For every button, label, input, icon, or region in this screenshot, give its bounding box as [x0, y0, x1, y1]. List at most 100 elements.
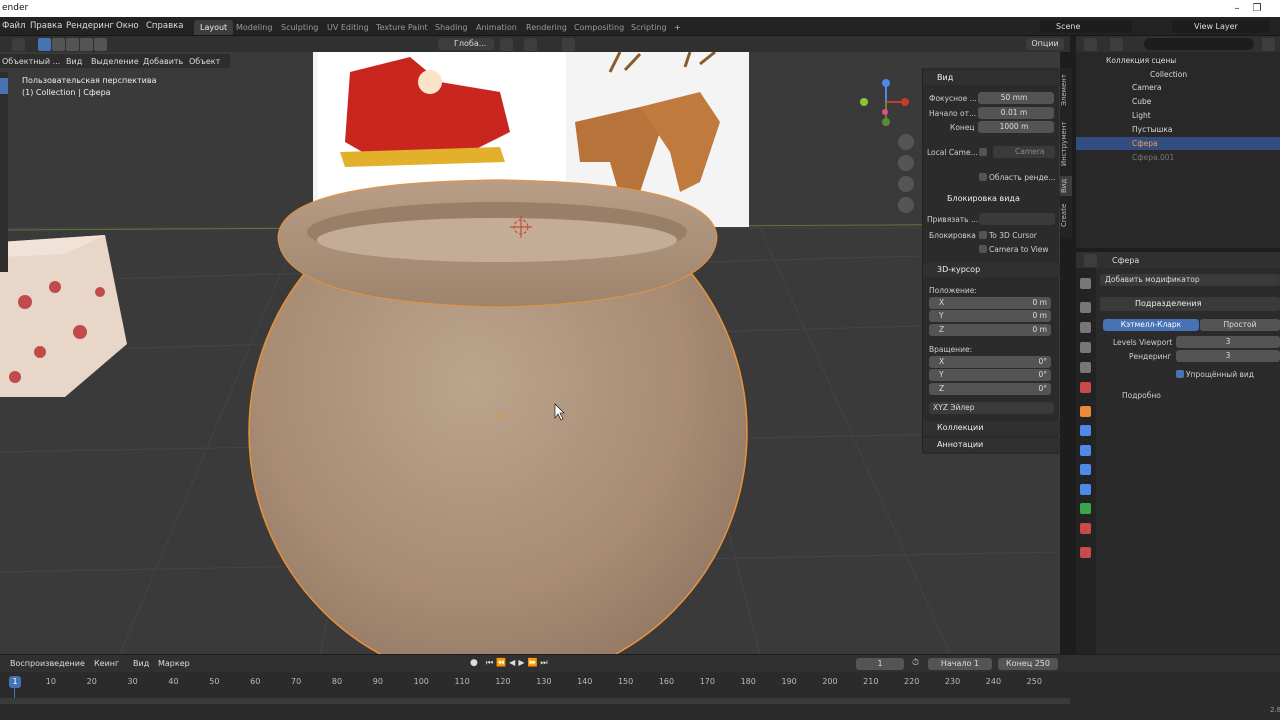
outliner-search-input[interactable] [1144, 38, 1254, 50]
scene-tab-icon[interactable] [1080, 362, 1091, 373]
toolbar[interactable] [0, 72, 8, 272]
optimal-display-checkbox[interactable] [1176, 370, 1184, 378]
physics-tab-icon[interactable] [1080, 464, 1091, 475]
focal-length-field[interactable]: 50 mm [978, 92, 1054, 104]
tab-shading[interactable]: Shading [429, 20, 474, 35]
outliner-item-collection[interactable]: Collection [1076, 68, 1280, 81]
outliner-item-camera[interactable]: Camera [1076, 81, 1280, 94]
mode-dropdown[interactable]: Объектный ... [2, 57, 60, 66]
menu-add[interactable]: Добавить [143, 57, 183, 66]
tab-sculpting[interactable]: Sculpting [275, 20, 324, 35]
outliner-item-light[interactable]: Light [1076, 109, 1280, 122]
pot-object[interactable] [248, 179, 748, 654]
select-intersect-icon[interactable] [94, 38, 107, 51]
timeline-scrollbar[interactable] [0, 698, 1070, 704]
select-subtract-icon[interactable] [66, 38, 79, 51]
timeline-view-menu[interactable]: Вид [133, 659, 149, 668]
collections-section-header[interactable]: Коллекции [923, 421, 1060, 435]
camera-to-view-checkbox[interactable] [979, 245, 987, 253]
tab-view[interactable]: Вид [1060, 176, 1072, 196]
menu-edit[interactable]: Правка [30, 21, 62, 31]
menu-render[interactable]: Рендеринг [66, 21, 114, 31]
record-icon[interactable]: ● [470, 658, 478, 668]
menu-select[interactable]: Выделение [91, 57, 139, 66]
end-frame-field[interactable]: Конец 250 [998, 658, 1058, 670]
marker-menu[interactable]: Маркер [158, 659, 190, 668]
transform-orientation-dropdown[interactable]: Глоба... [438, 38, 494, 50]
options-dropdown[interactable]: Опции [1026, 38, 1064, 50]
tool-tab-icon[interactable] [1080, 278, 1091, 289]
view-section-header[interactable]: Вид [923, 71, 1060, 85]
cursor-rot-x-field[interactable]: X 0° [929, 356, 1051, 368]
clip-start-field[interactable]: 0.01 m [978, 107, 1054, 119]
tab-uv-editing[interactable]: UV Editing [321, 20, 375, 35]
tab-layout[interactable]: Layout [194, 20, 234, 35]
tab-create[interactable]: Create [1060, 200, 1072, 230]
playback-controls-icon[interactable]: ⏮⏪◀▶⏩⏭ [486, 658, 551, 668]
tab-modeling[interactable]: Modeling [230, 20, 278, 35]
material-tab-icon[interactable] [1080, 523, 1091, 534]
display-mode-icon[interactable] [1110, 38, 1123, 51]
render-levels-field[interactable]: 3 [1176, 350, 1280, 362]
cursor-tool-icon[interactable] [12, 38, 25, 51]
scene-selector[interactable]: Scene [1040, 20, 1132, 33]
simple-button[interactable]: Простой [1200, 319, 1280, 331]
proportional-edit-icon[interactable] [562, 38, 575, 51]
view-layer-selector[interactable]: View Layer [1172, 20, 1270, 33]
cursor-loc-z-field[interactable]: Z 0 m [929, 324, 1051, 336]
rotation-mode-dropdown[interactable]: XYZ Эйлер [929, 402, 1054, 414]
lock-to-object-field[interactable] [979, 213, 1055, 225]
playback-menu[interactable]: Воспроизведение [10, 659, 85, 668]
object-tab-icon[interactable] [1080, 406, 1091, 417]
local-camera-field[interactable]: Camera [993, 146, 1055, 158]
data-tab-icon[interactable] [1080, 503, 1091, 514]
editor-type-icon[interactable] [1084, 38, 1097, 51]
3d-cursor-section-header[interactable]: 3D-курсор [923, 263, 1060, 277]
view-lock-header[interactable]: Блокировка вида [923, 192, 1060, 206]
outliner-item-sphere[interactable]: Сфера [1076, 137, 1280, 150]
modifier-tab-icon[interactable] [1080, 425, 1091, 436]
levels-viewport-field[interactable]: 3 [1176, 336, 1280, 348]
pivot-icon[interactable] [500, 38, 513, 51]
cursor-rot-z-field[interactable]: Z 0° [929, 383, 1051, 395]
select-tool-icon[interactable] [0, 78, 8, 94]
clock-icon[interactable]: ⏱ [912, 658, 919, 668]
world-tab-icon[interactable] [1080, 382, 1091, 393]
cursor-loc-x-field[interactable]: X 0 m [929, 297, 1051, 309]
advanced-subpanel[interactable]: Подробно [1122, 391, 1161, 400]
viewport-nav-buttons[interactable] [898, 134, 914, 213]
select-invert-icon[interactable] [80, 38, 93, 51]
outliner-item-empty[interactable]: Пустышка [1076, 123, 1280, 136]
outliner-scene-collection[interactable]: Коллекция сцены [1076, 54, 1280, 67]
maximize-icon[interactable]: ❐ [1244, 0, 1270, 17]
texture-tab-icon[interactable] [1080, 547, 1091, 558]
particles-tab-icon[interactable] [1080, 445, 1091, 456]
3d-viewport[interactable]: Объектный ... Вид Выделение Добавить Объ… [0, 52, 1060, 654]
constraints-tab-icon[interactable] [1080, 484, 1091, 495]
filter-icon[interactable] [1262, 38, 1275, 51]
current-frame-field[interactable]: 1 [856, 658, 904, 670]
tab-compositing[interactable]: Compositing [568, 20, 630, 35]
clip-end-field[interactable]: 1000 m [978, 121, 1054, 133]
gift-cube[interactable] [0, 235, 127, 397]
modifier-name[interactable]: Подразделения [1135, 299, 1201, 308]
menu-view[interactable]: Вид [66, 57, 82, 66]
menu-window[interactable]: Окно [116, 21, 139, 31]
snap-icon[interactable] [524, 38, 537, 51]
to-3d-cursor-checkbox[interactable] [979, 231, 987, 239]
menu-help[interactable]: Справка [146, 21, 183, 31]
outliner-item-sphere-001[interactable]: Сфера.001 [1076, 151, 1280, 164]
modifier-panel-header[interactable]: Подразделения [1100, 297, 1280, 311]
keying-menu[interactable]: Кеинг [94, 659, 119, 668]
tab-scripting[interactable]: Scripting [625, 20, 673, 35]
navigation-gizmo[interactable] [860, 79, 909, 126]
outliner-item-cube[interactable]: Cube [1076, 95, 1280, 108]
render-tab-icon[interactable] [1080, 302, 1091, 313]
output-tab-icon[interactable] [1080, 322, 1091, 333]
cursor-loc-y-field[interactable]: Y 0 m [929, 310, 1051, 322]
frame-ruler[interactable]: 10 20 30 40 50 60 70 80 90 100 110 120 130 140 150 160 1… [0, 672, 1070, 692]
view-layer-tab-icon[interactable] [1080, 342, 1091, 353]
menu-object[interactable]: Объект [189, 57, 220, 66]
tab-item[interactable]: Элемент [1060, 70, 1072, 110]
editor-type-icon[interactable] [1084, 254, 1097, 267]
